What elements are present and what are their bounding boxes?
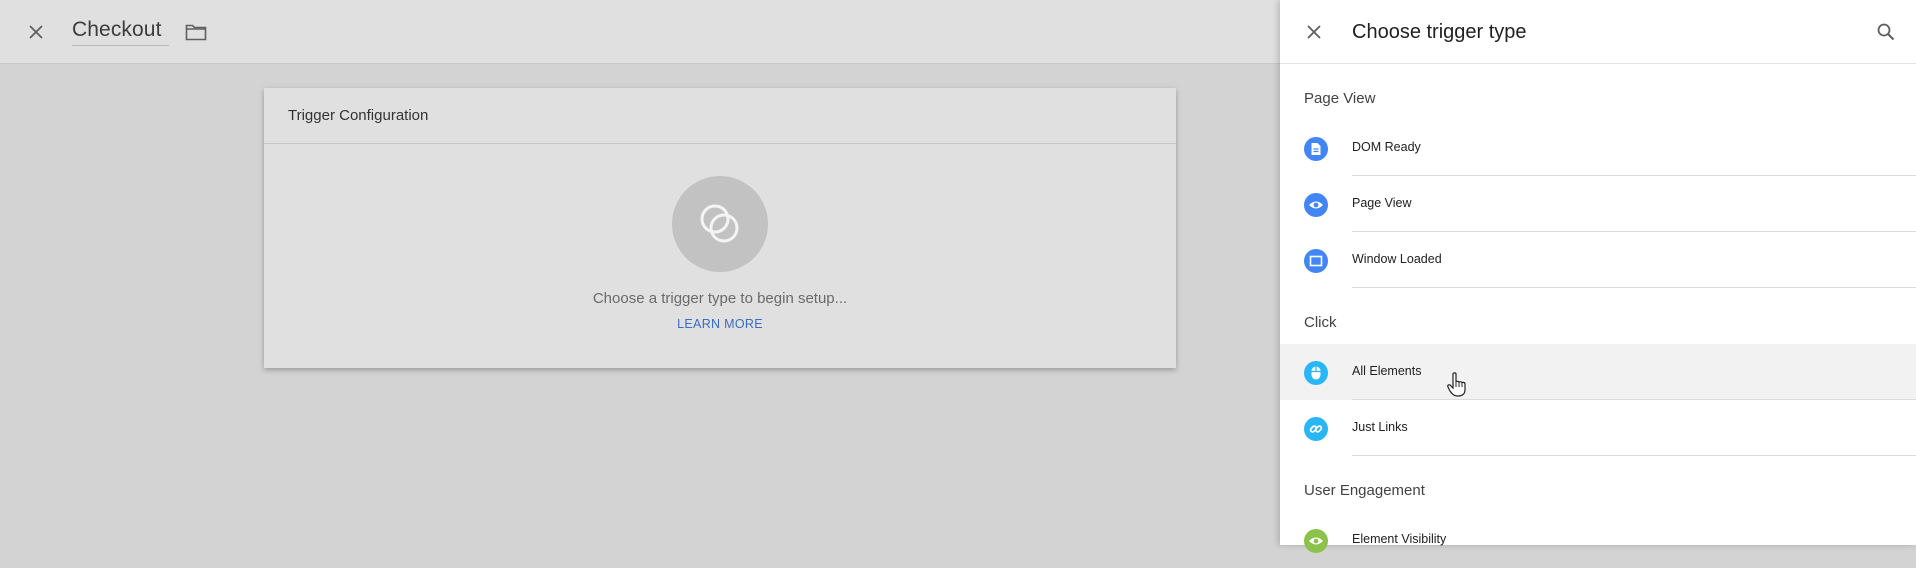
- card-title: Trigger Configuration: [288, 107, 429, 124]
- search-icon[interactable]: [1870, 16, 1902, 48]
- trigger-item-page-view[interactable]: Page View: [1280, 176, 1916, 232]
- trigger-name[interactable]: Checkout: [72, 18, 169, 46]
- close-icon[interactable]: [1298, 16, 1330, 48]
- panel-title: Choose trigger type: [1352, 21, 1527, 43]
- trigger-item-label: Window Loaded: [1352, 252, 1442, 266]
- eye-icon: [1304, 529, 1328, 553]
- trigger-item-element-visibility[interactable]: Element Visibility: [1280, 512, 1916, 568]
- divider: [1352, 287, 1916, 288]
- section-title-user-engagement: User Engagement: [1304, 482, 1425, 499]
- close-icon[interactable]: [20, 16, 52, 48]
- trigger-type-placeholder[interactable]: [672, 176, 768, 272]
- trigger-item-just-links[interactable]: Just Links: [1280, 400, 1916, 456]
- link-icon: [1304, 417, 1328, 441]
- card-divider: [264, 143, 1176, 144]
- trigger-item-label: Just Links: [1352, 420, 1408, 434]
- learn-more-link[interactable]: LEARN MORE: [264, 317, 1176, 331]
- eye-icon: [1304, 193, 1328, 217]
- trigger-item-label: Page View: [1352, 196, 1412, 210]
- panel-header: Choose trigger type: [1280, 0, 1916, 64]
- folder-icon[interactable]: [180, 16, 212, 48]
- setup-hint: Choose a trigger type to begin setup...: [592, 290, 848, 307]
- trigger-item-all-elements[interactable]: All Elements: [1280, 344, 1916, 400]
- choose-trigger-type-panel: Choose trigger type Page View DOM Ready …: [1280, 0, 1916, 553]
- window-icon: [1304, 249, 1328, 273]
- trigger-configuration-card[interactable]: Trigger Configuration Choose a trigger t…: [264, 88, 1176, 368]
- trigger-item-label: DOM Ready: [1352, 140, 1421, 154]
- trigger-item-window-loaded[interactable]: Window Loaded: [1280, 232, 1916, 288]
- trigger-circles-icon: [700, 204, 739, 243]
- trigger-item-label: Element Visibility: [1352, 532, 1447, 546]
- trigger-item-label: All Elements: [1352, 364, 1422, 378]
- document-icon: [1304, 137, 1328, 161]
- section-title-page-view: Page View: [1304, 90, 1376, 107]
- trigger-item-dom-ready[interactable]: DOM Ready: [1280, 120, 1916, 176]
- section-title-click: Click: [1304, 314, 1337, 331]
- divider: [1352, 455, 1916, 456]
- mouse-icon: [1304, 361, 1328, 385]
